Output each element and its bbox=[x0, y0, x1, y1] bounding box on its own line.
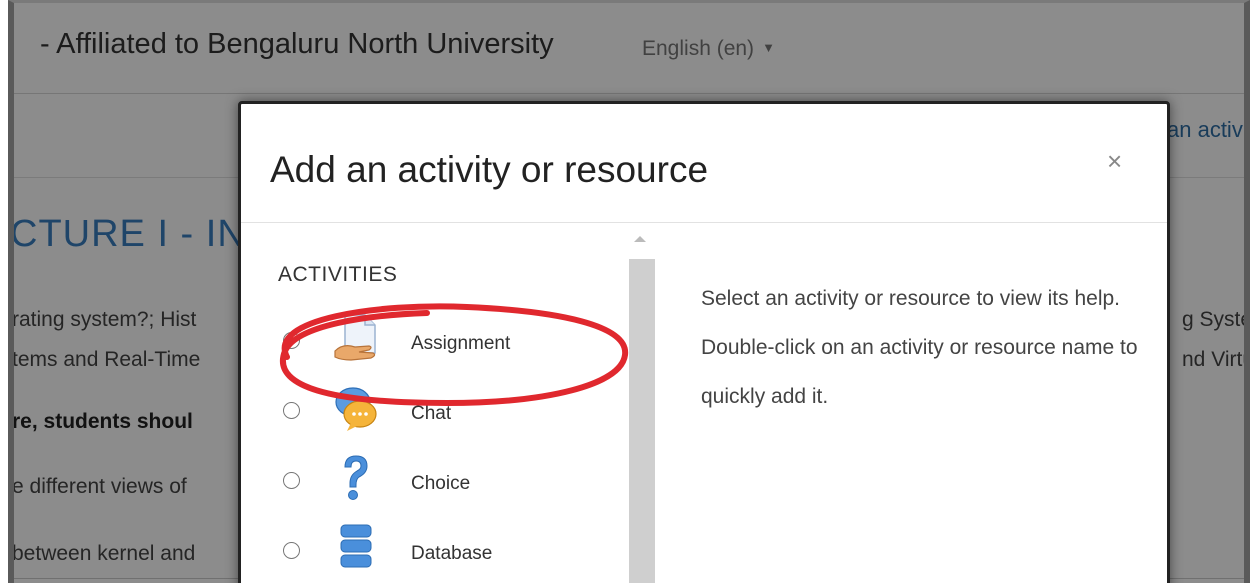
choice-icon bbox=[333, 453, 379, 508]
help-text: Select an activity or resource to view i… bbox=[701, 287, 1138, 408]
scroll-up-icon[interactable] bbox=[634, 236, 646, 242]
close-icon[interactable]: × bbox=[1107, 146, 1122, 177]
option-label: Choice bbox=[411, 473, 471, 494]
browser-frame: - Affiliated to Bengaluru North Universi… bbox=[8, 0, 1250, 583]
option-label: Database bbox=[411, 543, 493, 564]
dialog-title: Add an activity or resource bbox=[270, 149, 709, 190]
radio-choice[interactable] bbox=[283, 472, 300, 489]
option-choice[interactable]: Choice bbox=[241, 451, 621, 511]
radio-database[interactable] bbox=[283, 542, 300, 559]
category-label: ACTIVITIES bbox=[278, 263, 398, 286]
database-icon bbox=[333, 523, 379, 578]
option-database[interactable]: Database bbox=[241, 521, 621, 581]
annotation-ellipse bbox=[280, 303, 629, 407]
